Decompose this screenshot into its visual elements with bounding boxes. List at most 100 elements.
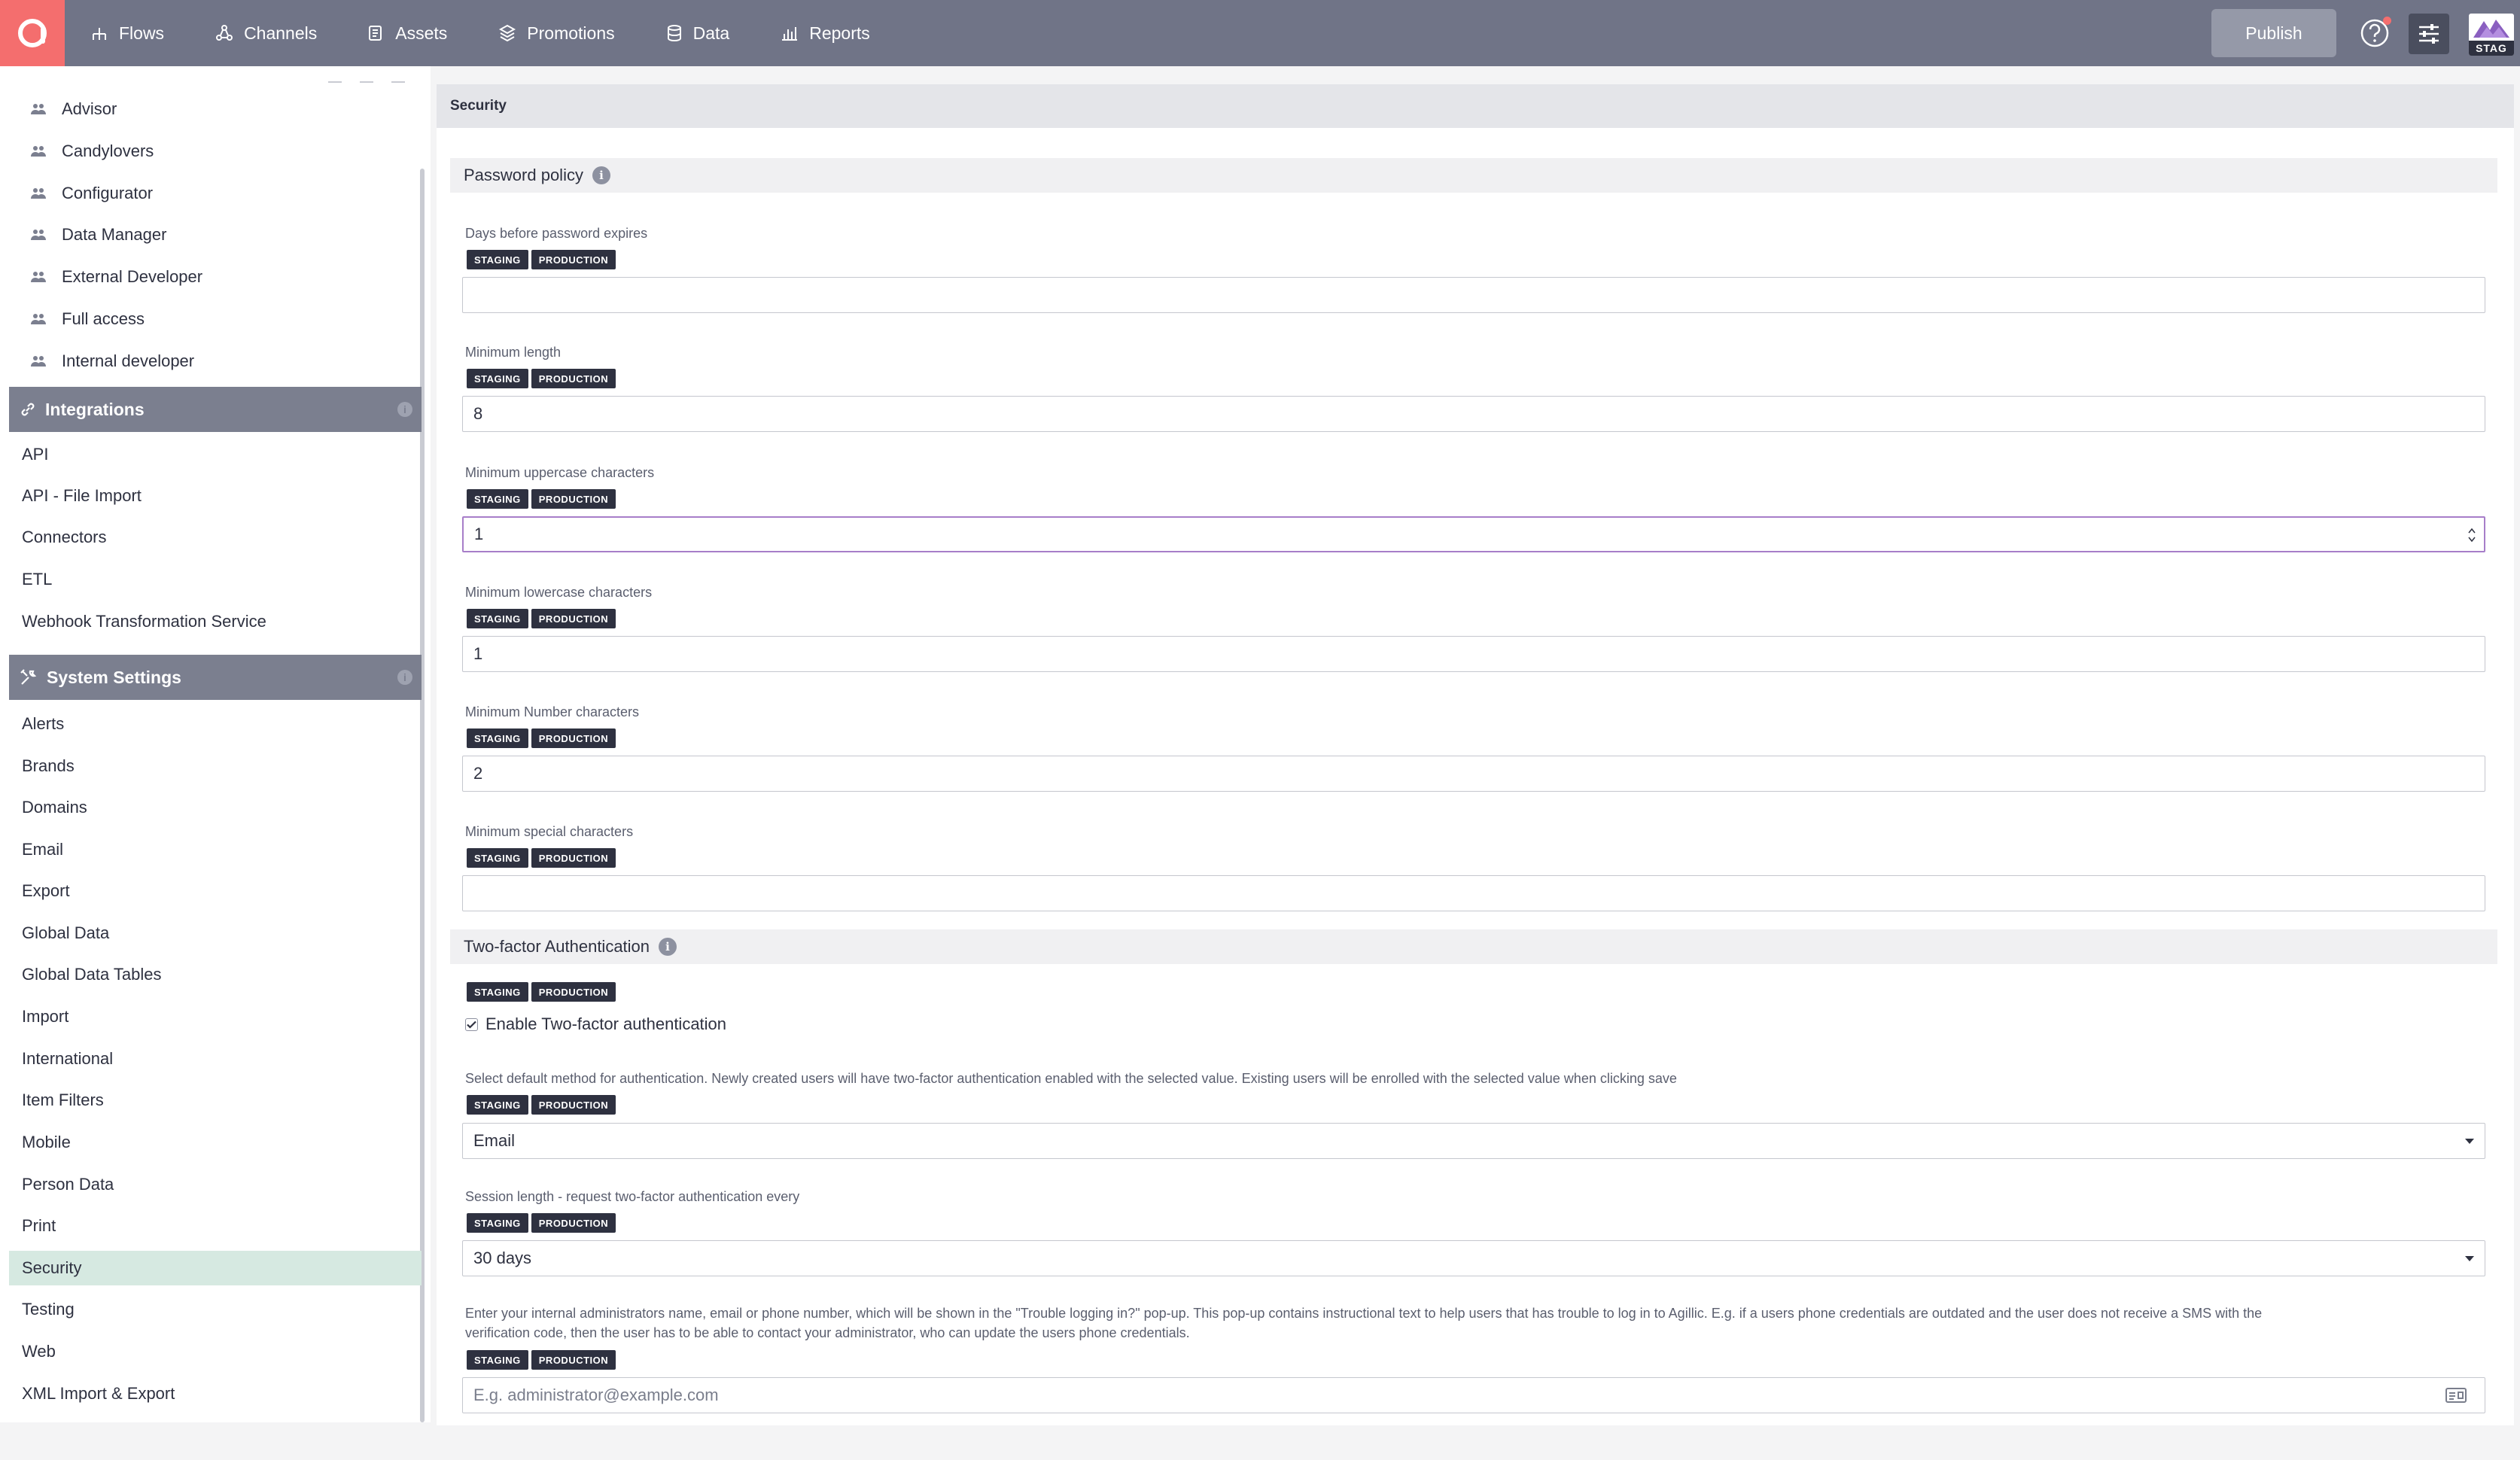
minimum-lowercase-characters-input[interactable]: 1: [462, 636, 2485, 672]
sidebar-item-item-filters[interactable]: Item Filters: [9, 1083, 422, 1118]
production-tag: PRODUCTION: [531, 848, 616, 868]
info-icon[interactable]: i: [397, 402, 412, 417]
minimum-special-characters-input[interactable]: [462, 875, 2485, 911]
minimum-uppercase-characters-input[interactable]: 1: [462, 516, 2485, 552]
nav-channels[interactable]: Channels: [215, 23, 317, 44]
staging-tag: STAGING: [467, 489, 528, 509]
sidebar-item-xml-import-export[interactable]: XML Import & Export: [9, 1376, 422, 1411]
sidebar-collapse-handles[interactable]: [328, 81, 423, 83]
nav-data[interactable]: Data: [666, 23, 729, 44]
sidebar-item-person-data[interactable]: Person Data: [9, 1167, 422, 1202]
settings-button[interactable]: [2409, 14, 2449, 54]
info-icon[interactable]: i: [397, 670, 412, 685]
users-icon: [31, 104, 46, 114]
sidebar-item-mobile[interactable]: Mobile: [9, 1125, 422, 1160]
role-item-label: Candylovers: [62, 141, 154, 160]
sidebar-section-title: System Settings: [47, 667, 181, 687]
production-tag: PRODUCTION: [531, 1095, 616, 1115]
sidebar-item-email[interactable]: Email: [9, 832, 422, 867]
session-length-select[interactable]: 30 days: [462, 1240, 2485, 1276]
sidebar-item-global-data[interactable]: Global Data: [9, 916, 422, 951]
nav-assets[interactable]: Assets: [368, 23, 447, 44]
administrator-contact-input[interactable]: E.g. administrator@example.com: [462, 1377, 2485, 1413]
link-icon: [20, 401, 36, 418]
assets-icon: [369, 26, 382, 41]
staging-tag: STAGING: [467, 369, 528, 388]
sidebar-item-export[interactable]: Export: [9, 874, 422, 908]
nav-channels-label: Channels: [244, 23, 318, 43]
users-icon: [31, 356, 46, 367]
sidebar-item-alerts[interactable]: Alerts: [9, 707, 422, 741]
sidebar-item-api[interactable]: API: [9, 437, 422, 472]
users-icon: [31, 230, 46, 240]
environment-tags: STAGING PRODUCTION: [467, 848, 619, 868]
nav-promotions[interactable]: Promotions: [498, 23, 615, 44]
info-icon[interactable]: i: [592, 166, 610, 184]
environment-tags: STAGING PRODUCTION: [467, 369, 619, 388]
production-tag: PRODUCTION: [531, 982, 616, 1002]
authentication-method-select[interactable]: Email: [462, 1123, 2485, 1159]
nav-reports[interactable]: Reports: [781, 23, 870, 44]
enable-two-factor-checkbox[interactable]: [465, 1017, 478, 1031]
sidebar-item-web[interactable]: Web: [9, 1334, 422, 1369]
sidebar-item-connectors[interactable]: Connectors: [9, 520, 422, 555]
production-tag: PRODUCTION: [531, 1213, 616, 1233]
minimum-number-characters-input[interactable]: 2: [462, 756, 2485, 792]
info-icon[interactable]: i: [659, 938, 677, 956]
contact-card-icon: [2445, 1387, 2467, 1408]
number-stepper[interactable]: [2467, 527, 2476, 543]
production-tag: PRODUCTION: [531, 609, 616, 628]
sidebar-item-security[interactable]: Security: [9, 1251, 422, 1285]
enable-two-factor-label: Enable Two-factor authentication: [485, 1014, 727, 1033]
role-item-advisor[interactable]: Advisor: [30, 96, 117, 122]
sidebar-item-print[interactable]: Print: [9, 1209, 422, 1243]
role-item-internal-developer[interactable]: Internal developer: [30, 348, 194, 374]
role-item-candylovers[interactable]: Candylovers: [30, 138, 154, 164]
days-before-password-expires-input[interactable]: [462, 277, 2485, 313]
sidebar-item-international[interactable]: International: [9, 1042, 422, 1076]
environment-tags: STAGING PRODUCTION: [467, 250, 619, 269]
two-factor-header: Two-factor Authentication i: [450, 929, 2497, 964]
sidebar-item-api-file-import[interactable]: API - File Import: [9, 479, 422, 513]
role-item-data-manager[interactable]: Data Manager: [30, 222, 166, 248]
role-item-external-developer[interactable]: External Developer: [30, 264, 202, 290]
reports-icon: [782, 27, 798, 41]
sidebar-section-integrations[interactable]: Integrations i: [9, 387, 422, 432]
role-item-label: Configurator: [62, 184, 154, 202]
staging-tag: STAGING: [467, 609, 528, 628]
promotions-icon: [499, 24, 516, 42]
role-item-full-access[interactable]: Full access: [30, 306, 145, 332]
sidebar-item-domains[interactable]: Domains: [9, 790, 422, 825]
sidebar-section-system-settings[interactable]: System Settings i: [9, 655, 422, 700]
channels-icon: [216, 25, 233, 41]
users-icon: [31, 314, 46, 324]
sidebar-item-brands[interactable]: Brands: [9, 749, 422, 783]
contact-description-line: Enter your internal administrators name,…: [465, 1306, 2263, 1321]
sidebar-item-webhook-transformation-service[interactable]: Webhook Transformation Service: [9, 604, 422, 639]
nav-flows[interactable]: Flows: [90, 23, 164, 44]
users-icon: [31, 146, 46, 157]
staging-tag: STAGING: [467, 848, 528, 868]
nav-reports-label: Reports: [809, 23, 870, 43]
sidebar-item-testing[interactable]: Testing: [9, 1292, 422, 1327]
session-length-label: Session length - request two-factor auth…: [465, 1189, 800, 1204]
environment-badge[interactable]: STAG: [2469, 14, 2514, 56]
agillic-logo[interactable]: [0, 0, 65, 66]
caret-down-icon: [2465, 1139, 2474, 1144]
help-button[interactable]: [2358, 17, 2391, 50]
role-item-label: Internal developer: [62, 351, 195, 370]
role-item-configurator[interactable]: Configurator: [30, 181, 153, 206]
minimum-length-input[interactable]: 8: [462, 396, 2485, 432]
sidebar-item-global-data-tables[interactable]: Global Data Tables: [9, 957, 422, 992]
sidebar-item-import[interactable]: Import: [9, 999, 422, 1034]
top-navigation-bar: Flows Channels Assets Promotions Data Re…: [0, 0, 2520, 66]
publish-button[interactable]: Publish: [2211, 9, 2336, 57]
sidebar-item-etl[interactable]: ETL: [9, 562, 422, 597]
tools-icon: [20, 668, 38, 686]
section-title: Two-factor Authentication: [464, 937, 650, 956]
environment-tags: STAGING PRODUCTION: [467, 1350, 619, 1370]
sidebar-section-title: Integrations: [45, 399, 145, 419]
password-policy-header: Password policy i: [450, 158, 2497, 193]
contact-description: Enter your internal administrators name,…: [465, 1303, 2482, 1343]
environment-tags: STAGING PRODUCTION: [467, 982, 619, 1002]
